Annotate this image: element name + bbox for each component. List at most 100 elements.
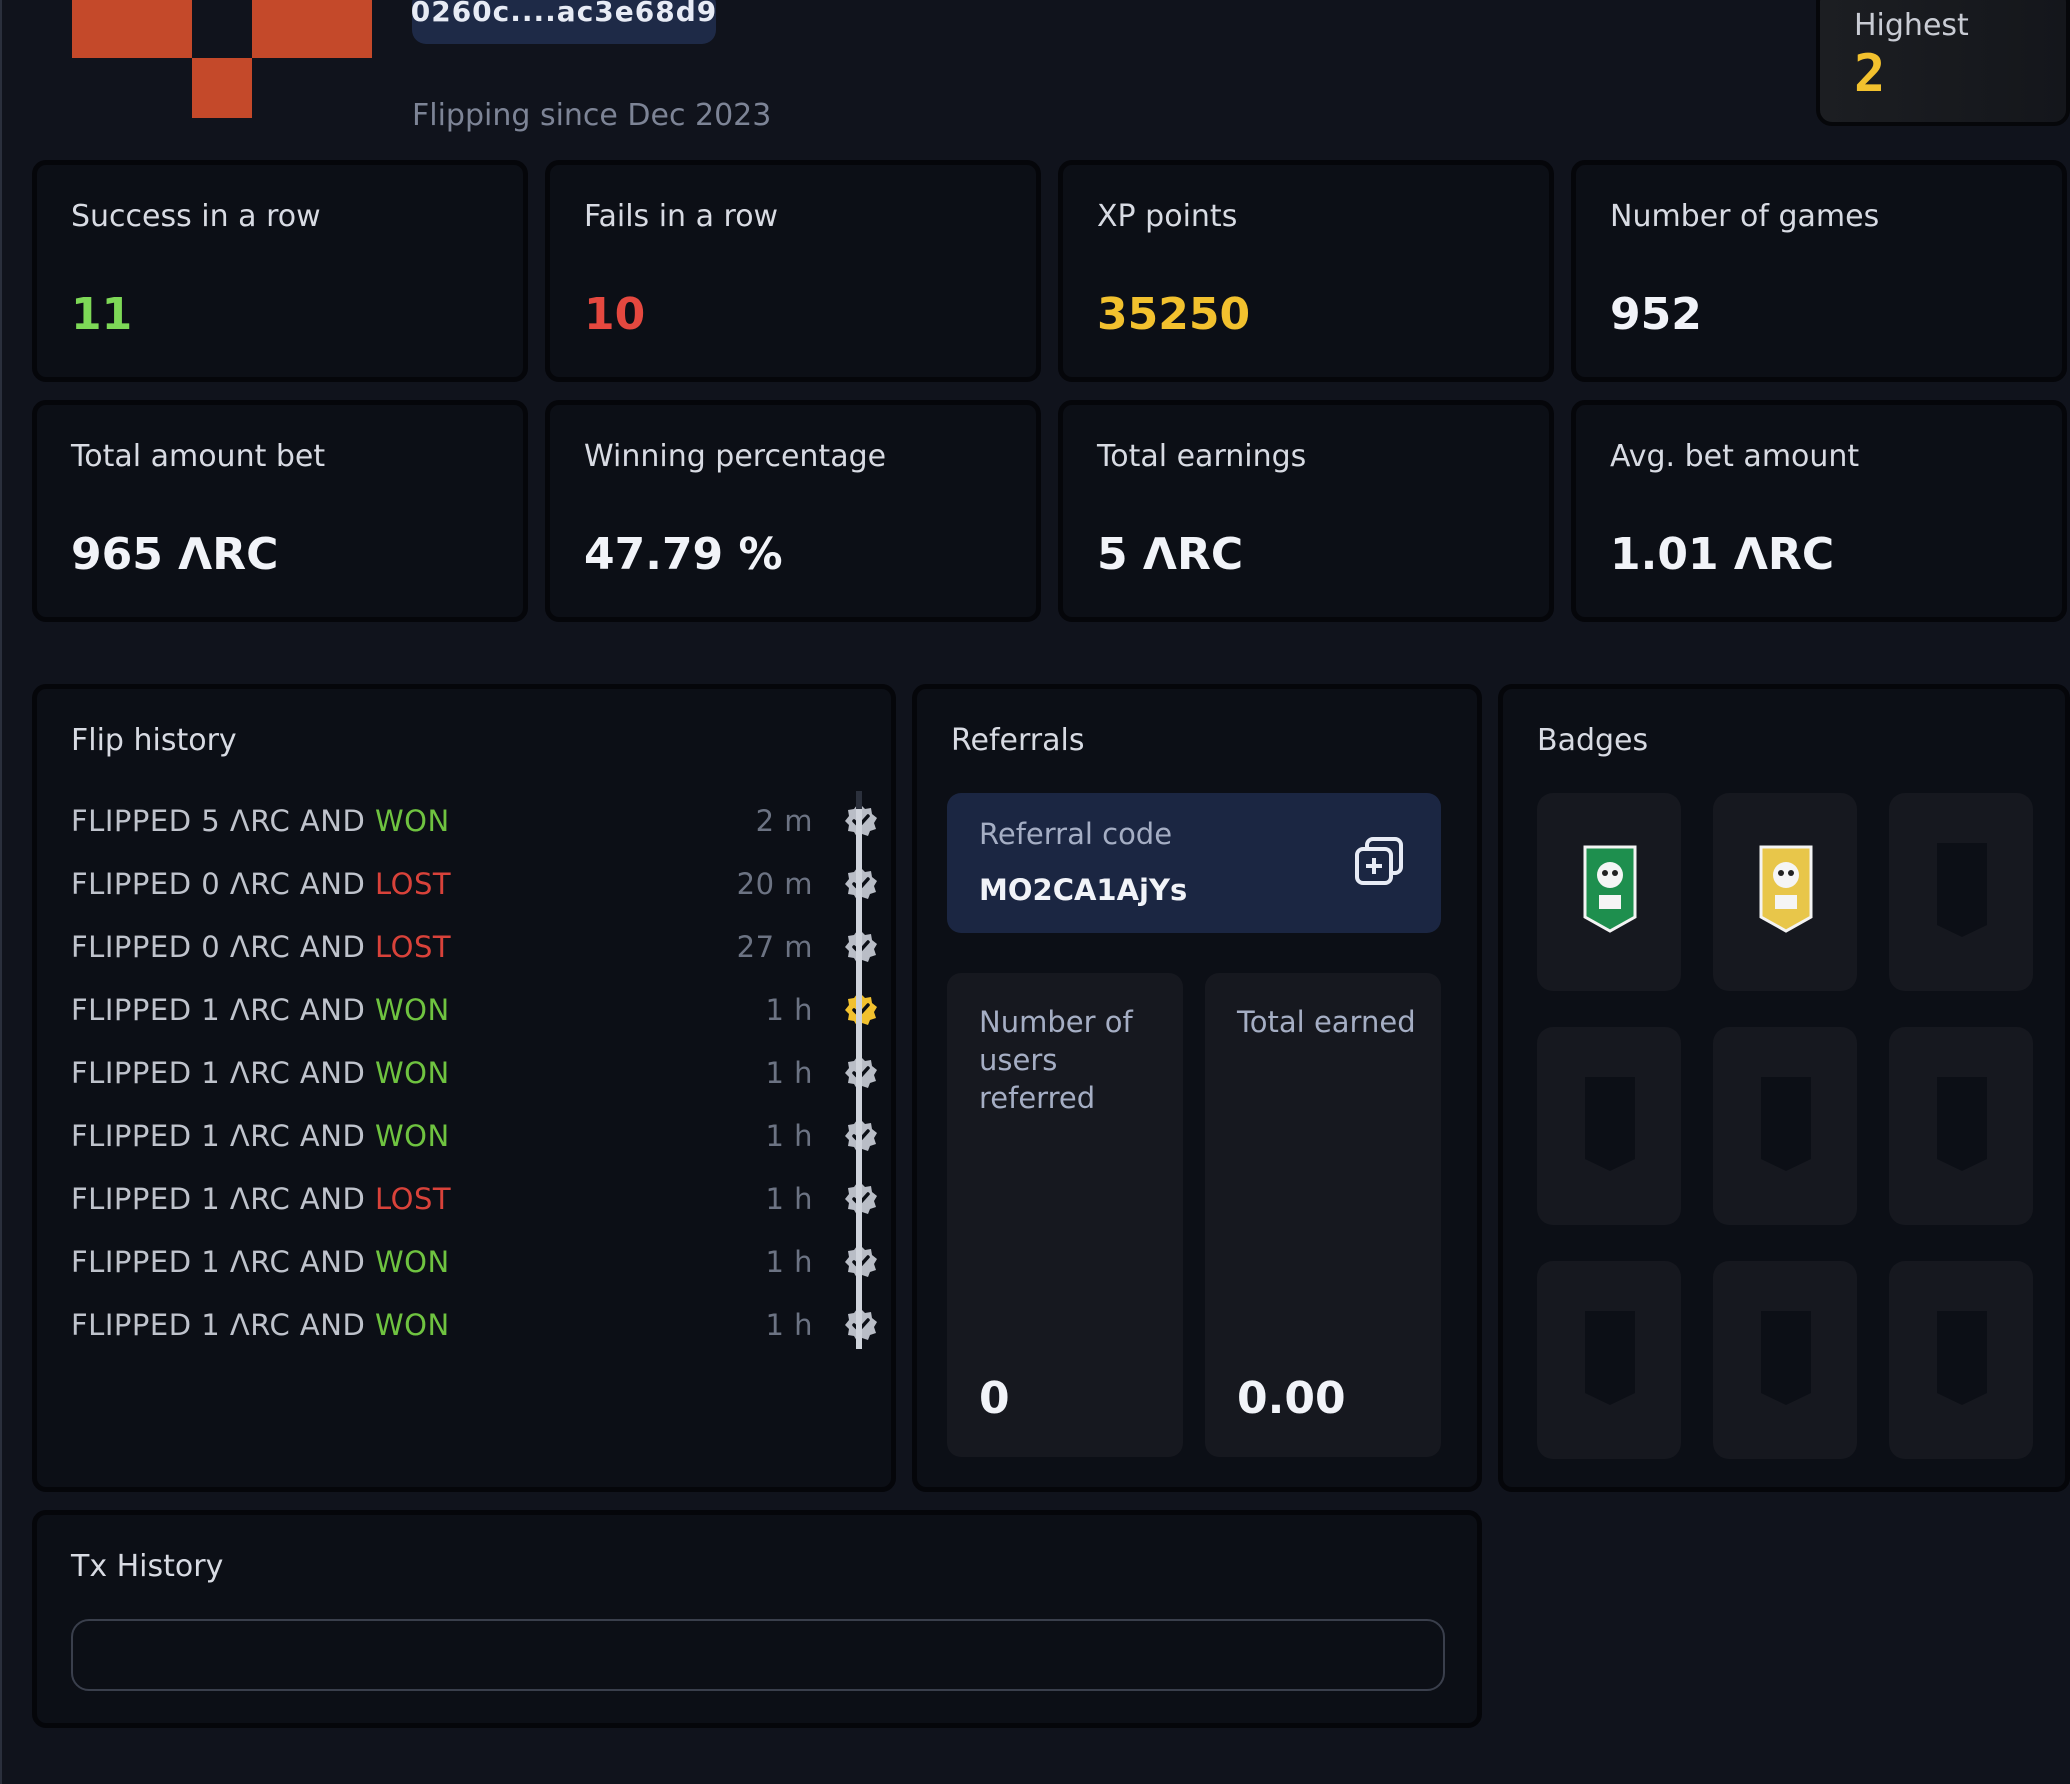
referral-code-box: Referral code MO2CA1AjYs [947,793,1441,933]
flip-history-list[interactable]: FLIPPED 5 ΛRC AND WON 2 m FLIPPED 0 ΛRC AN… [71,789,883,1356]
flip-history-panel: Flip history FLIPPED 5 ΛRC AND WON 2 m FLI… [32,684,896,1492]
flip-text: FLIPPED 1 ΛRC AND WON [71,1245,450,1279]
flip-result: LOST [375,929,452,964]
stat-label: Number of games [1610,199,1880,234]
stat-label: Total earnings [1097,439,1307,474]
flip-description: FLIPPED 0 ΛRC AND [71,866,375,901]
flip-history-row: FLIPPED 0 ΛRC AND LOST 20 m [71,852,883,915]
locked-shield-icon [1937,1077,1987,1171]
total-earned-value: 0.00 [1237,1373,1346,1424]
stat-value: 952 [1610,289,1702,340]
tx-history-title: Tx History [71,1549,224,1584]
flip-result: WON [375,803,450,838]
flip-description: FLIPPED 1 ΛRC AND [71,1181,375,1216]
flip-text: FLIPPED 1 ΛRC AND WON [71,1056,450,1090]
stat-label: Success in a row [71,199,321,234]
highest-value: 2 [1854,44,1886,104]
stat-fail-streak: Fails in a row 10 [545,160,1041,382]
flip-time: 27 m [736,929,813,964]
stat-success-streak: Success in a row 11 [32,160,528,382]
locked-badge-slot[interactable] [1889,1261,2033,1459]
flip-result: WON [375,1118,450,1153]
flip-description: FLIPPED 1 ΛRC AND [71,1244,375,1279]
flip-text: FLIPPED 0 ΛRC AND LOST [71,930,451,964]
flip-time: 20 m [736,866,813,901]
locked-badge-slot[interactable] [1713,1261,1857,1459]
flip-result: WON [375,1055,450,1090]
stat-label: XP points [1097,199,1238,234]
flip-description: FLIPPED 5 ΛRC AND [71,803,375,838]
flip-text: FLIPPED 1 ΛRC AND LOST [71,1182,451,1216]
stat-xp-points: XP points 35250 [1058,160,1554,382]
flip-history-row: FLIPPED 5 ΛRC AND WON 2 m [71,789,883,852]
flip-time: 1 h [765,1055,813,1090]
flip-time: 1 h [765,992,813,1027]
profile-page: 0260c....ac3e68d9 Flipping since Dec 202… [0,0,2070,1784]
stat-label: Total amount bet [71,439,326,474]
flip-text: FLIPPED 1 ΛRC AND WON [71,1119,450,1153]
locked-badge-slot[interactable] [1889,1027,2033,1225]
stat-total-bet: Total amount bet 965 ΛRC [32,400,528,622]
flip-description: FLIPPED 1 ΛRC AND [71,1118,375,1153]
flip-description: FLIPPED 1 ΛRC AND [71,1055,375,1090]
flip-result: WON [375,1244,450,1279]
referrals-title: Referrals [951,723,1085,758]
flip-history-row: FLIPPED 1 ΛRC AND WON 1 h [71,978,883,1041]
locked-badge-slot[interactable] [1537,1027,1681,1225]
flip-time: 1 h [765,1181,813,1216]
wallet-address[interactable]: 0260c....ac3e68d9 [411,0,716,44]
locked-shield-icon [1761,1311,1811,1405]
copy-plus-icon[interactable] [1351,833,1407,889]
scrollbar-thumb[interactable] [856,809,862,1349]
flip-result: WON [375,992,450,1027]
flip-time: 1 h [765,1307,813,1342]
referred-users-label: Number of users referred [979,1005,1133,1115]
flip-history-row: FLIPPED 1 ΛRC AND WON 1 h [71,1230,883,1293]
stat-value: 965 ΛRC [71,529,279,580]
flip-text: FLIPPED 5 ΛRC AND WON [71,804,450,838]
referred-users-value: 0 [979,1373,1010,1424]
flip-time: 1 h [765,1244,813,1279]
flip-description: FLIPPED 1 ΛRC AND [71,992,375,1027]
locked-badge-slot[interactable] [1713,1027,1857,1225]
tx-history-bar[interactable] [71,1619,1445,1691]
referral-code-value[interactable]: MO2CA1AjYs [979,873,1187,907]
highest-label: Highest [1854,8,1969,43]
badges-title: Badges [1537,723,1649,758]
locked-badge-slot[interactable] [1889,793,2033,991]
badge-icon [1583,845,1637,933]
locked-badge-slot[interactable] [1537,1261,1681,1459]
high-roller-badge[interactable] [1713,793,1857,991]
stat-total-earnings: Total earnings 5 ΛRC [1058,400,1554,622]
flip-result: LOST [375,866,452,901]
total-earned-label: Total earned [1237,1005,1416,1039]
flip-time: 2 m [755,803,813,838]
stat-label: Winning percentage [584,439,887,474]
locked-shield-icon [1761,1077,1811,1171]
stat-value: 11 [71,289,133,340]
referral-code-label: Referral code [979,817,1173,851]
tx-history-panel: Tx History [32,1510,1482,1728]
stat-number-of-games: Number of games 952 [1571,160,2067,382]
badges-panel: Badges [1498,684,2070,1492]
flip-result: LOST [375,1181,452,1216]
flip-text: FLIPPED 1 ΛRC AND WON [71,993,450,1027]
avatar [70,0,375,120]
locked-shield-icon [1937,843,1987,937]
badge-icon [1759,845,1813,933]
stat-label: Avg. bet amount [1610,439,1860,474]
locked-shield-icon [1585,1311,1635,1405]
left-divider [0,0,2,1784]
flip-time: 1 h [765,1118,813,1153]
flip-history-row: FLIPPED 1 ΛRC AND LOST 1 h [71,1167,883,1230]
flip-history-row: FLIPPED 1 ΛRC AND WON 1 h [71,1041,883,1104]
stat-value: 1.01 ΛRC [1610,529,1835,580]
first-flip-badge[interactable] [1537,793,1681,991]
flip-history-row: FLIPPED 1 ΛRC AND WON 1 h [71,1104,883,1167]
highest-streak-card: Highest 2 [1816,0,2070,126]
locked-shield-icon [1585,1077,1635,1171]
total-earned-card: Total earned 0.00 [1205,973,1441,1457]
stat-avg-bet: Avg. bet amount 1.01 ΛRC [1571,400,2067,622]
stat-value: 5 ΛRC [1097,529,1244,580]
flipping-since: Flipping since Dec 2023 [412,98,772,133]
